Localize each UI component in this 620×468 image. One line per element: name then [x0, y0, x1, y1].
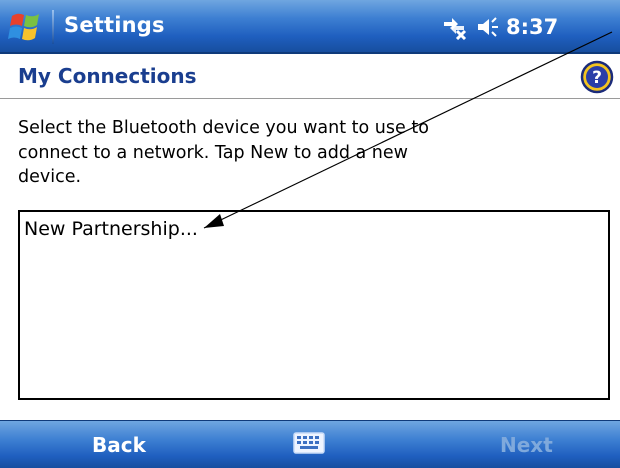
instruction-text: Select the Bluetooth device you want to … [18, 118, 429, 187]
next-button[interactable]: Next [500, 433, 553, 457]
volume-icon[interactable] [476, 16, 500, 38]
list-item[interactable]: New Partnership... [24, 218, 198, 240]
page-title: My Connections [18, 64, 197, 88]
back-button[interactable]: Back [92, 433, 146, 457]
pocketpc-screen: Settings 8:37 My Connections ? Select th… [0, 0, 620, 468]
clock[interactable]: 8:37 [506, 15, 558, 39]
svg-text:?: ? [592, 68, 602, 88]
help-icon[interactable]: ? [580, 60, 614, 94]
header-divider [0, 98, 620, 99]
title-separator [52, 10, 54, 44]
softkey-bar: Back Next [0, 420, 620, 468]
windows-start-icon[interactable] [6, 8, 46, 46]
device-list[interactable]: New Partnership... [18, 210, 610, 400]
app-title: Settings [64, 13, 165, 37]
keyboard-icon[interactable] [292, 429, 326, 457]
title-bar: Settings 8:37 [0, 0, 620, 54]
status-area: 8:37 [440, 12, 558, 42]
connectivity-icon[interactable] [440, 14, 468, 40]
